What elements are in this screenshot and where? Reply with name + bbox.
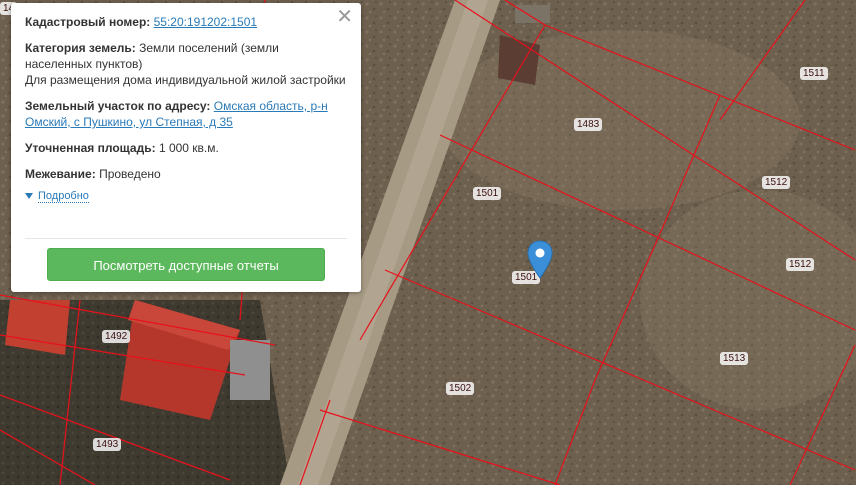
parcel-label-1483[interactable]: 1483 [574, 118, 603, 131]
cadastral-number-label: Кадастровый номер: [25, 15, 151, 29]
parcel-label-1501-top[interactable]: 1501 [473, 187, 502, 200]
address-row: Земельный участок по адресу: Омская обла… [25, 98, 347, 130]
divider [25, 238, 347, 239]
survey-value: Проведено [99, 167, 161, 181]
survey-row: Межевание: Проведено [25, 166, 347, 182]
details-label: Подробно [38, 190, 89, 203]
close-icon[interactable]: ✕ [336, 7, 353, 27]
view-reports-button[interactable]: Посмотреть доступные отчеты [47, 248, 325, 281]
parcel-label-1512-top[interactable]: 1512 [762, 176, 791, 189]
triangle-down-icon [25, 193, 33, 200]
area-label: Уточненная площадь: [25, 141, 156, 155]
parcel-label-1511[interactable]: 1511 [800, 67, 828, 80]
area-value: 1 000 кв.м. [158, 141, 219, 155]
cadastral-number-link[interactable]: 55:20:191202:1501 [154, 15, 257, 29]
details-toggle[interactable]: Подробно [25, 190, 347, 203]
parcel-info-popup: ✕ Кадастровый номер: 55:20:191202:1501 К… [11, 3, 361, 292]
survey-label: Межевание: [25, 167, 96, 181]
parcel-label-1492[interactable]: 1492 [102, 330, 131, 343]
parcel-label-1513[interactable]: 1513 [720, 352, 749, 365]
map-marker-icon[interactable] [527, 240, 553, 280]
area-row: Уточненная площадь: 1 000 кв.м. [25, 140, 347, 156]
cadastral-number-row: Кадастровый номер: 55:20:191202:1501 [25, 14, 347, 30]
address-label: Земельный участок по адресу: [25, 99, 211, 113]
map-view[interactable]: 1511 1483 1512 1512 1501 1501 1513 1502 … [0, 0, 856, 485]
parcel-label-1493[interactable]: 1493 [93, 438, 122, 451]
land-category-row: Категория земель: Земли поселений (земли… [25, 40, 347, 88]
parcel-label-1512-bottom[interactable]: 1512 [786, 258, 815, 271]
parcel-label-1502[interactable]: 1502 [446, 382, 475, 395]
land-category-label: Категория земель: [25, 41, 136, 55]
land-usage-value: Для размещения дома индивидуальной жилой… [25, 73, 346, 87]
